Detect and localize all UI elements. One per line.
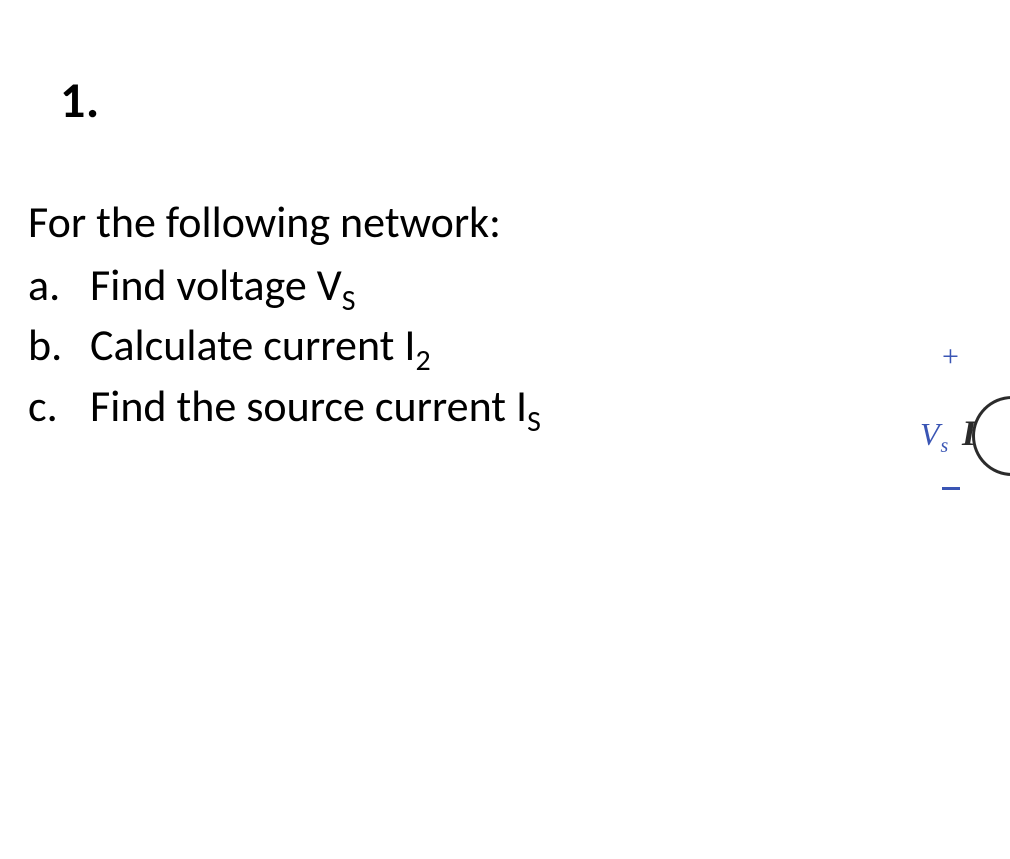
problem-prompt: For the following network: — [28, 195, 501, 249]
list-text: Find the source current IS — [90, 377, 541, 436]
list-text: Calculate current I2 — [90, 316, 431, 375]
list-marker: a. — [28, 256, 90, 315]
problem-list: a. Find voltage VS b. Calculate current … — [28, 255, 541, 436]
list-item: a. Find voltage VS — [28, 256, 541, 315]
list-marker: b. — [28, 316, 90, 375]
list-marker: c. — [28, 377, 90, 436]
list-item: c. Find the source current IS — [28, 377, 541, 436]
plus-symbol: + — [942, 340, 959, 374]
list-item: b. Calculate current I2 — [28, 316, 541, 375]
vs-label: Vs — [920, 416, 948, 453]
circuit-diagram-fragment: + Vs I — [920, 330, 1010, 530]
problem-number: 1. — [60, 70, 100, 131]
list-text: Find voltage VS — [90, 256, 355, 315]
page: 1. For the following network: a. Find vo… — [0, 0, 1010, 859]
minus-symbol — [942, 487, 960, 490]
source-arc-icon — [972, 396, 1010, 476]
